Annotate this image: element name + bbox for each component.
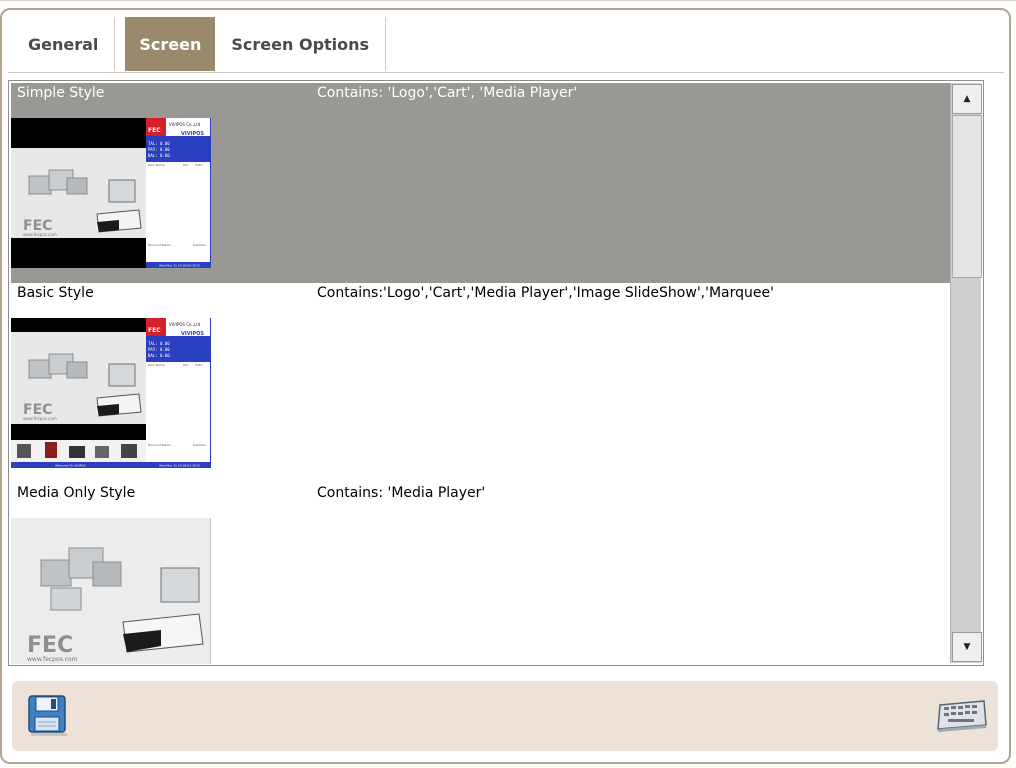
svg-text:PAY: 0.00: PAY: 0.00 <box>148 147 170 152</box>
svg-text:Welcome To VIVIPOS: Welcome To VIVIPOS <box>55 464 86 468</box>
svg-text:Qty: Qty <box>183 163 189 167</box>
svg-text:Item Name: Item Name <box>148 163 165 167</box>
style-listbox[interactable]: Simple Style Contains: 'Logo','Cart', 'M… <box>8 80 984 666</box>
svg-text:Subtotal: Subtotal <box>193 243 206 247</box>
floppy-disk-icon <box>28 695 67 736</box>
svg-text:FEC: FEC <box>148 327 161 334</box>
triangle-down-icon: ▼ <box>963 642 971 652</box>
scroll-thumb[interactable] <box>952 115 982 278</box>
tab-bar: General Screen Screen Options <box>12 17 387 71</box>
svg-text:Subt: Subt <box>195 363 203 367</box>
triangle-up-icon: ▲ <box>963 94 971 104</box>
style-name: Media Only Style <box>17 485 136 501</box>
svg-text:Subt: Subt <box>195 163 203 167</box>
svg-text:VIVIPOS Co.,Ltd: VIVIPOS Co.,Ltd <box>169 122 201 127</box>
svg-text:Item Name: Item Name <box>148 363 165 367</box>
list-item-simple-style[interactable]: Simple Style Contains: 'Logo','Cart', 'M… <box>11 83 950 283</box>
save-button[interactable] <box>26 693 70 737</box>
style-name: Simple Style <box>17 85 105 101</box>
svg-text:Qty: Qty <box>183 363 189 367</box>
svg-text:Subtotal: Subtotal <box>193 443 206 447</box>
svg-text:VIVIPOS Co.,Ltd: VIVIPOS Co.,Ltd <box>169 322 201 327</box>
svg-text:Wed Mar 11 14:00:00 2015: Wed Mar 11 14:00:00 2015 <box>159 264 200 268</box>
style-name: Basic Style <box>17 285 94 301</box>
svg-text:BAL: 0.00: BAL: 0.00 <box>148 153 170 158</box>
svg-text:Discount Name: Discount Name <box>148 243 171 247</box>
list-item-media-only-style[interactable]: Media Only Style Contains: 'Media Player… <box>11 483 950 664</box>
tab-screen[interactable]: Screen <box>125 17 216 71</box>
style-thumbnail: FEC www.fecpos.com Welcome To VIVIPOS FE… <box>11 318 211 468</box>
tab-divider <box>8 72 1004 73</box>
style-thumbnail: FEC www.fecpos.com <box>11 518 211 664</box>
style-contains: Contains:'Logo','Cart','Media Player','I… <box>317 285 774 301</box>
svg-text:www.fecpos.com: www.fecpos.com <box>27 656 78 663</box>
tab-general[interactable]: General <box>12 17 116 71</box>
tab-screen-options[interactable]: Screen Options <box>215 17 387 71</box>
keyboard-icon <box>937 700 987 732</box>
list-scrollbar[interactable]: ▲ ▼ <box>950 83 982 663</box>
style-thumbnail: FEC www.fecpos.com FEC VIVIPOS Co.,Ltd V… <box>11 118 211 268</box>
action-bar <box>12 681 998 751</box>
list-item-basic-style[interactable]: Basic Style Contains:'Logo','Cart','Medi… <box>11 283 950 483</box>
keyboard-button[interactable] <box>934 695 988 735</box>
style-contains: Contains: 'Logo','Cart', 'Media Player' <box>317 85 578 101</box>
svg-text:Wed Mar 11 14:00:01 2015: Wed Mar 11 14:00:01 2015 <box>159 464 200 468</box>
svg-text:FEC: FEC <box>27 633 73 658</box>
window-top-edge <box>0 0 1016 1</box>
settings-panel: General Screen Screen Options Simple Sty… <box>0 8 1011 764</box>
svg-text:TAL: 0.00: TAL: 0.00 <box>148 141 170 146</box>
svg-text:www.fecpos.com: www.fecpos.com <box>23 416 57 421</box>
style-contains: Contains: 'Media Player' <box>317 485 486 501</box>
svg-text:TAL: 0.00: TAL: 0.00 <box>148 341 170 346</box>
svg-text:Discount Name: Discount Name <box>148 443 171 447</box>
svg-text:FEC: FEC <box>148 127 161 134</box>
svg-text:www.fecpos.com: www.fecpos.com <box>23 232 57 237</box>
svg-text:BAL: 0.00: BAL: 0.00 <box>148 353 170 358</box>
svg-text:PAY: 0.00: PAY: 0.00 <box>148 347 170 352</box>
scroll-down-button[interactable]: ▼ <box>952 632 982 662</box>
scroll-up-button[interactable]: ▲ <box>952 84 982 114</box>
style-list: Simple Style Contains: 'Logo','Cart', 'M… <box>11 83 950 664</box>
